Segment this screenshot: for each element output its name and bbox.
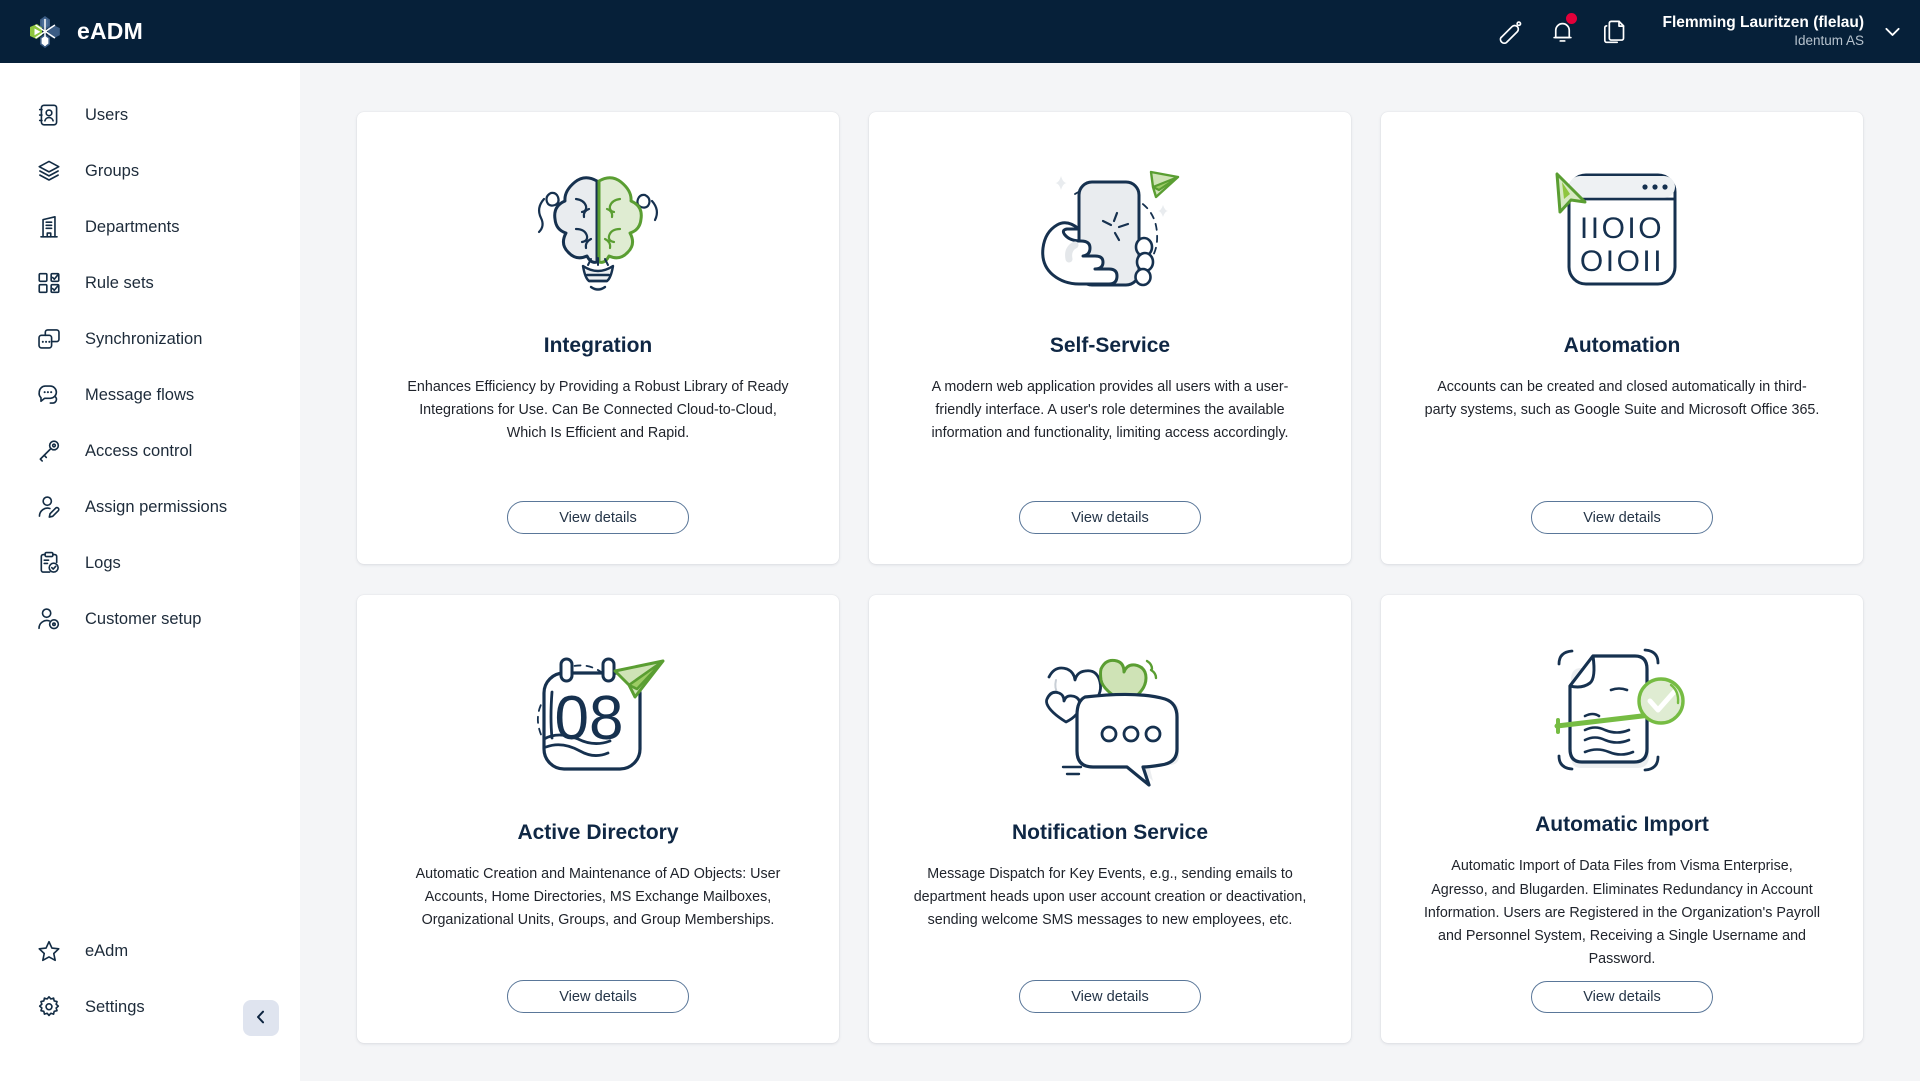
feature-card-self-service: Self-Service A modern web application pr… bbox=[869, 112, 1351, 564]
star-icon bbox=[34, 936, 64, 966]
sidebar-item-label: Synchronization bbox=[85, 329, 203, 348]
card-title: Notification Service bbox=[1011, 821, 1209, 844]
edit-pencil-icon[interactable] bbox=[1484, 0, 1536, 63]
top-bar: eADM Flemming Lauritzen (flelau) Identum… bbox=[0, 0, 1920, 63]
feature-card-automatic-import: Automatic Import Automatic Import of Dat… bbox=[1381, 595, 1863, 1043]
view-details-button[interactable]: View details bbox=[1019, 501, 1201, 534]
chevron-down-icon[interactable] bbox=[1864, 0, 1920, 63]
rule-sets-checklist-icon bbox=[34, 268, 64, 298]
chevron-left-icon bbox=[253, 1009, 269, 1028]
card-title: Active Directory bbox=[517, 821, 679, 844]
logs-clipboard-check-icon bbox=[34, 548, 64, 578]
brand[interactable]: eADM bbox=[26, 13, 143, 51]
card-description: Automatic Import of Data Files from Vism… bbox=[1423, 858, 1821, 968]
binary-row-2-text: OIOII bbox=[1579, 245, 1663, 278]
sidebar-item-access-control[interactable]: Access control bbox=[0, 423, 300, 479]
card-description: Automatic Creation and Maintenance of AD… bbox=[415, 866, 781, 929]
sidebar-item-message-flows[interactable]: Message flows bbox=[0, 367, 300, 423]
customer-setup-user-gear-icon bbox=[34, 604, 64, 634]
sidebar-item-label: Message flows bbox=[85, 385, 195, 404]
sidebar-item-synchronization[interactable]: Synchronization bbox=[0, 311, 300, 367]
sidebar-item-users[interactable]: Users bbox=[0, 87, 300, 143]
document-check-scan-illustration bbox=[1411, 621, 1833, 799]
sidebar-item-label: Departments bbox=[85, 217, 180, 236]
card-description: A modern web application provides all us… bbox=[931, 379, 1289, 442]
main-content: Integration Enhances Efficiency by Provi… bbox=[300, 63, 1920, 1081]
sidebar-collapse-button[interactable] bbox=[243, 1000, 279, 1036]
card-description: Accounts can be created and closed autom… bbox=[1424, 379, 1820, 419]
card-description: Message Dispatch for Key Events, e.g., s… bbox=[913, 866, 1307, 929]
departments-building-icon bbox=[34, 212, 64, 242]
feature-card-automation: IIOIO OIOII Automation Accounts can be c… bbox=[1381, 112, 1863, 564]
sidebar-item-label: Users bbox=[85, 105, 129, 124]
users-contact-icon bbox=[34, 100, 64, 130]
sidebar-item-label: Settings bbox=[85, 997, 145, 1016]
hand-holding-phone-illustration bbox=[899, 138, 1321, 320]
feature-card-notification-service: Notification Service Message Dispatch fo… bbox=[869, 595, 1351, 1043]
card-title: Automatic Import bbox=[1535, 813, 1709, 837]
card-title: Self-Service bbox=[1049, 334, 1171, 357]
view-details-button[interactable]: View details bbox=[507, 980, 689, 1013]
sidebar-item-groups[interactable]: Groups bbox=[0, 143, 300, 199]
notification-bell-icon[interactable] bbox=[1536, 0, 1588, 63]
user-organization: Identum AS bbox=[1794, 32, 1864, 48]
browser-binary-cursor-illustration: IIOIO OIOII bbox=[1411, 138, 1833, 320]
sidebar-item-label: Logs bbox=[85, 553, 121, 572]
access-control-key-icon bbox=[34, 436, 64, 466]
sidebar-item-rule-sets[interactable]: Rule sets bbox=[0, 255, 300, 311]
gear-icon bbox=[34, 992, 64, 1022]
calendar-08-paperplane-illustration: 08 bbox=[387, 621, 809, 807]
assign-permissions-user-edit-icon bbox=[34, 492, 64, 522]
sidebar-nav: Users Groups Departments Rule sets Synch… bbox=[0, 63, 300, 647]
feature-card-active-directory: 08 Active Directory Automatic Creation a… bbox=[357, 595, 839, 1043]
card-title: Automation bbox=[1563, 334, 1681, 357]
sidebar-item-label: Customer setup bbox=[85, 609, 202, 628]
topbar-actions: Flemming Lauritzen (flelau) Identum AS bbox=[1484, 0, 1920, 63]
sidebar-item-label: Groups bbox=[85, 161, 140, 180]
documents-copy-icon[interactable] bbox=[1588, 0, 1640, 63]
sidebar-item-assign-permissions[interactable]: Assign permissions bbox=[0, 479, 300, 535]
sidebar-item-departments[interactable]: Departments bbox=[0, 199, 300, 255]
feature-card-integration: Integration Enhances Efficiency by Provi… bbox=[357, 112, 839, 564]
speech-bubble-hearts-illustration bbox=[899, 621, 1321, 807]
sidebar-item-label: Assign permissions bbox=[85, 497, 228, 516]
card-description: Enhances Efficiency by Providing a Robus… bbox=[407, 379, 789, 442]
sidebar-item-customer-setup[interactable]: Customer setup bbox=[0, 591, 300, 647]
user-name: Flemming Lauritzen (flelau) bbox=[1662, 14, 1864, 32]
view-details-button[interactable]: View details bbox=[1531, 501, 1713, 534]
groups-layers-icon bbox=[34, 156, 64, 186]
sidebar-item-label: Access control bbox=[85, 441, 193, 460]
synchronization-icon bbox=[34, 324, 64, 354]
brain-lightbulb-illustration bbox=[387, 138, 809, 320]
sidebar-item-eadm[interactable]: eAdm bbox=[0, 923, 300, 979]
calendar-day-text: 08 bbox=[554, 684, 623, 753]
feature-cards-grid: Integration Enhances Efficiency by Provi… bbox=[300, 63, 1920, 1043]
binary-row-1-text: IIOIO bbox=[1579, 212, 1663, 245]
card-title: Integration bbox=[543, 334, 653, 357]
user-info[interactable]: Flemming Lauritzen (flelau) Identum AS bbox=[1662, 13, 1864, 49]
message-flows-chat-icon bbox=[34, 380, 64, 410]
sidebar-item-label: eAdm bbox=[85, 941, 129, 960]
sidebar: Users Groups Departments Rule sets Synch… bbox=[0, 63, 300, 1081]
view-details-button[interactable]: View details bbox=[1531, 981, 1713, 1013]
view-details-button[interactable]: View details bbox=[507, 501, 689, 534]
brand-name: eADM bbox=[77, 18, 143, 44]
sidebar-item-label: Rule sets bbox=[85, 273, 154, 292]
view-details-button[interactable]: View details bbox=[1019, 980, 1201, 1013]
snowflake-logo-icon bbox=[26, 13, 64, 51]
sidebar-item-logs[interactable]: Logs bbox=[0, 535, 300, 591]
